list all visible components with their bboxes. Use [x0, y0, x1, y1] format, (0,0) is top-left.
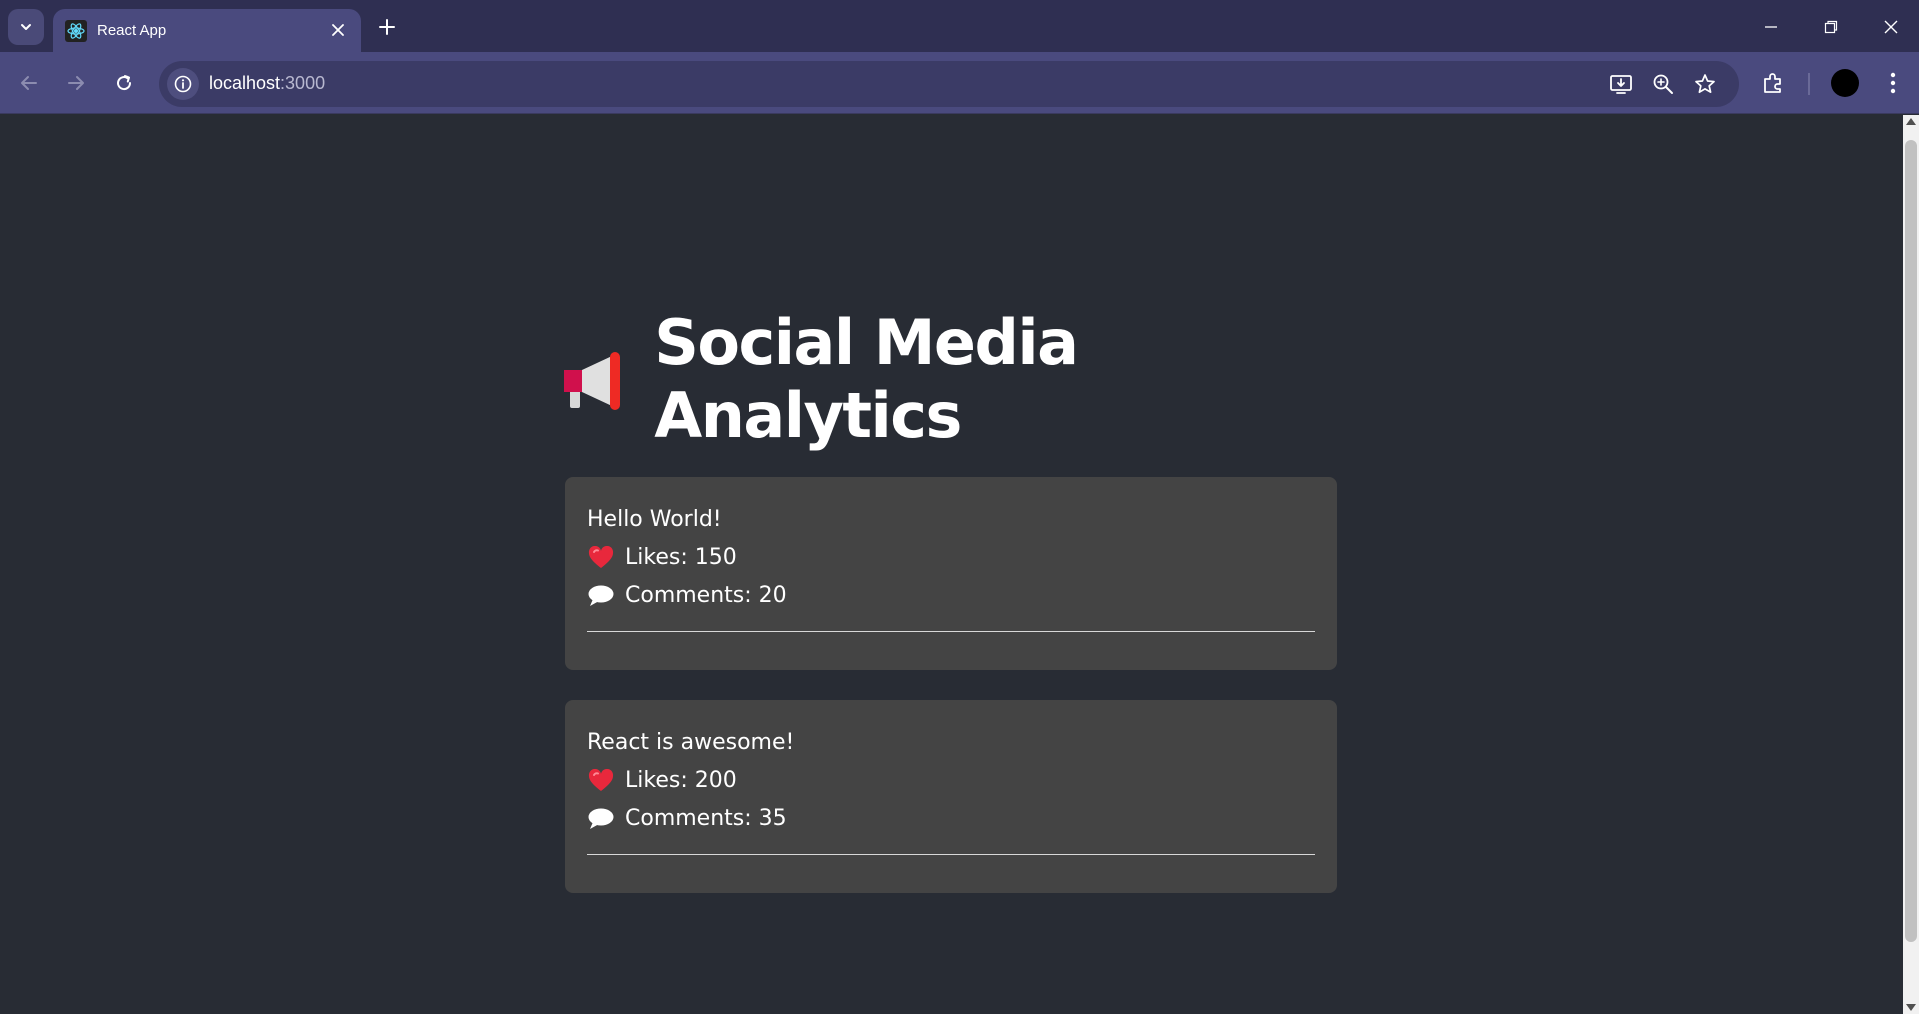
megaphone-icon: [562, 346, 624, 412]
minimize-icon: [1765, 26, 1777, 28]
toolbar-divider: [1808, 73, 1810, 95]
react-logo-icon: [65, 19, 87, 42]
extensions-icon[interactable]: [1756, 66, 1790, 100]
comments-count: Comments: 35: [625, 806, 787, 831]
tab-search-button[interactable]: [8, 9, 44, 45]
vertical-scrollbar[interactable]: [1903, 115, 1919, 1014]
profile-avatar[interactable]: [1831, 69, 1859, 97]
page-viewport: Social Media Analytics Hello World! Like…: [0, 115, 1903, 1014]
speech-bubble-icon: [587, 807, 615, 831]
scroll-thumb[interactable]: [1905, 140, 1917, 942]
scroll-down-arrow-icon[interactable]: [1906, 1004, 1916, 1011]
post-comments: Comments: 35: [587, 806, 787, 831]
page-heading: Social Media Analytics: [654, 306, 1079, 452]
url-text[interactable]: localhost:3000: [209, 73, 325, 94]
heart-icon: [587, 768, 615, 793]
post-text: React is awesome!: [587, 730, 795, 755]
close-window-icon: [1884, 20, 1898, 34]
likes-count: Likes: 200: [625, 768, 737, 793]
page-title: Social Media Analytics: [562, 306, 1362, 452]
speech-bubble-icon: [587, 584, 615, 608]
tab-strip: React App: [0, 0, 1919, 52]
post-likes: Likes: 150: [587, 545, 737, 570]
chevron-down-icon: [21, 24, 31, 30]
browser-toolbar: localhost:3000: [0, 52, 1919, 114]
more-menu-icon[interactable]: [1876, 66, 1910, 100]
forward-button[interactable]: [59, 66, 93, 100]
url-port: :3000: [280, 73, 326, 93]
reload-icon: [117, 75, 132, 91]
url-host: localhost: [209, 73, 281, 93]
post-divider: [587, 631, 1315, 632]
close-window-button[interactable]: [1868, 10, 1914, 44]
post-likes: Likes: 200: [587, 768, 737, 793]
comments-count: Comments: 20: [625, 583, 787, 608]
address-bar[interactable]: localhost:3000: [159, 61, 1739, 107]
back-icon: [21, 76, 37, 90]
post-card: Hello World! Likes: 150 Comments: 20: [565, 477, 1337, 670]
site-info-icon[interactable]: [167, 68, 199, 100]
reload-button[interactable]: [107, 66, 141, 100]
post-card: React is awesome! Likes: 200 Comments: 3…: [565, 700, 1337, 893]
post-comments: Comments: 20: [587, 583, 787, 608]
scroll-up-arrow-icon[interactable]: [1906, 118, 1916, 125]
restore-icon: [1824, 20, 1838, 34]
likes-count: Likes: 150: [625, 545, 737, 570]
plus-icon: [379, 19, 395, 35]
back-button[interactable]: [12, 66, 46, 100]
heart-icon: [587, 545, 615, 570]
bookmark-star-icon[interactable]: [1691, 70, 1719, 98]
active-tab[interactable]: React App: [53, 9, 361, 52]
tab-title: React App: [97, 22, 167, 39]
post-text: Hello World!: [587, 507, 722, 532]
zoom-icon[interactable]: [1649, 70, 1677, 98]
new-tab-button[interactable]: [374, 14, 400, 40]
minimize-button[interactable]: [1748, 10, 1794, 44]
install-app-icon[interactable]: [1607, 70, 1635, 98]
restore-button[interactable]: [1808, 10, 1854, 44]
post-divider: [587, 854, 1315, 855]
forward-icon: [68, 76, 84, 90]
close-icon[interactable]: [327, 19, 349, 41]
